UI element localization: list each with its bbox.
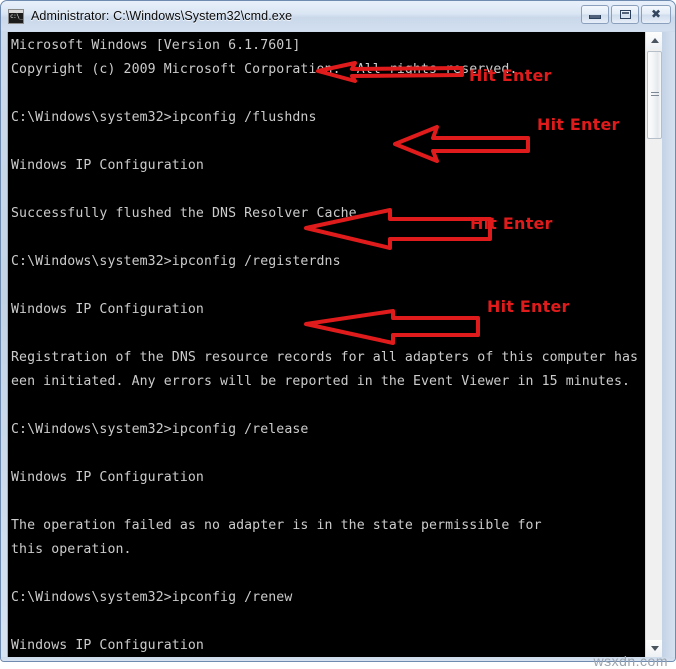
close-icon: ✖ <box>650 7 662 21</box>
console-output-area[interactable]: Microsoft Windows [Version 6.1.7601] Cop… <box>7 32 645 657</box>
window-frame-bottom <box>1 657 675 661</box>
minimize-button[interactable] <box>581 5 609 24</box>
cmd-window: Administrator: C:\Windows\System32\cmd.e… <box>0 0 676 662</box>
minimize-icon <box>589 15 601 19</box>
chevron-down-icon <box>650 646 659 651</box>
site-watermark: wsxdn.com <box>593 653 668 669</box>
cmd-console-icon <box>8 9 24 24</box>
title-bar[interactable]: Administrator: C:\Windows\System32\cmd.e… <box>1 1 675 31</box>
close-button[interactable]: ✖ <box>641 5 671 24</box>
window-title: Administrator: C:\Windows\System32\cmd.e… <box>31 9 293 23</box>
window-frame-right <box>662 32 675 657</box>
window-buttons: ✖ <box>581 5 671 24</box>
scrollbar-thumb[interactable] <box>647 51 662 139</box>
vertical-scrollbar[interactable] <box>645 32 663 657</box>
scrollbar-grip-icon <box>650 92 659 98</box>
scroll-up-button[interactable] <box>646 32 663 49</box>
chevron-up-icon <box>650 38 659 43</box>
maximize-button[interactable] <box>611 5 639 24</box>
console-text: Microsoft Windows [Version 6.1.7601] Cop… <box>11 38 639 653</box>
maximize-icon <box>619 10 631 19</box>
